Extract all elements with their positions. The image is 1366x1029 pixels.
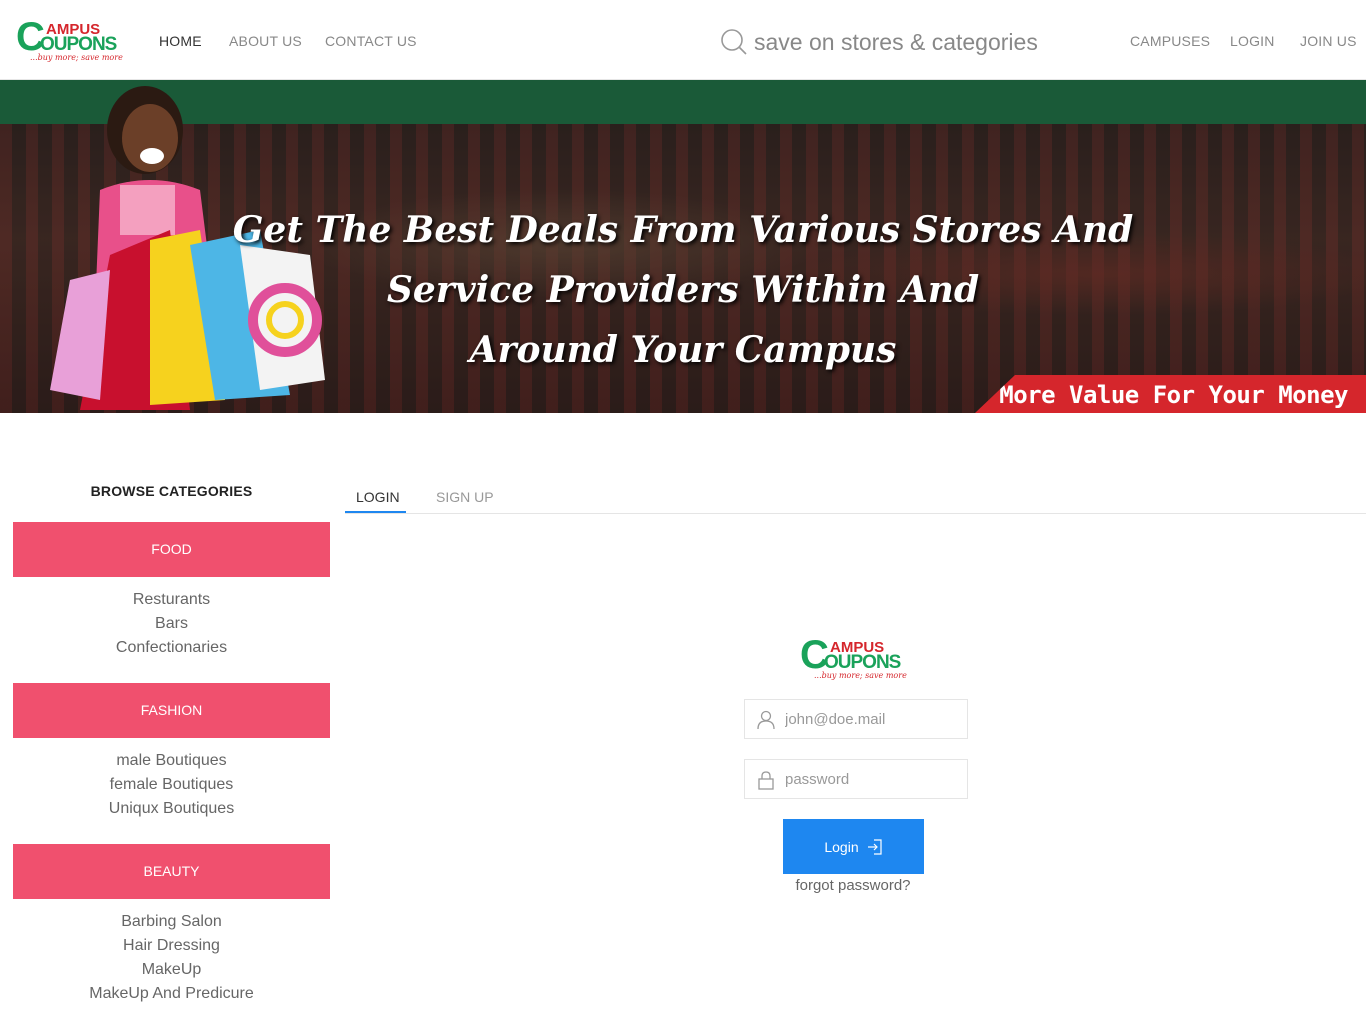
subcategory-uniqux-boutiques[interactable]: Uniqux Boutiques xyxy=(13,797,330,821)
value-ribbon: Get More Value For Your Money xyxy=(975,375,1366,413)
nav-join-us[interactable]: JOIN US xyxy=(1300,33,1357,49)
forgot-password-link[interactable]: forgot password? xyxy=(744,877,962,894)
site-logo[interactable]: C AMPUS OUPONS ...buy more; save more xyxy=(16,14,128,64)
subcategory-makeup-and-predicure[interactable]: MakeUp And Predicure xyxy=(13,982,330,1006)
headline-line-3: Around Your Campus xyxy=(469,329,897,371)
login-button[interactable]: Login xyxy=(783,819,924,874)
subcategory-male-boutiques[interactable]: male Boutiques xyxy=(13,749,330,773)
password-input[interactable] xyxy=(785,760,963,798)
nav-about-us[interactable]: ABOUT US xyxy=(229,33,302,49)
svg-text:...buy more; save more: ...buy more; save more xyxy=(30,53,123,62)
auth-tabs: LOGIN SIGN UP xyxy=(345,480,1366,514)
browse-categories-title: BROWSE CATEGORIES xyxy=(90,483,253,499)
banner-headline: Get The Best Deals From Various Stores A… xyxy=(0,200,1366,380)
subcategory-hair-dressing[interactable]: Hair Dressing xyxy=(13,934,330,958)
headline-line-1: Get The Best Deals From Various Stores A… xyxy=(232,209,1134,251)
nav-campuses[interactable]: CAMPUSES xyxy=(1130,33,1210,49)
tab-login[interactable]: LOGIN xyxy=(356,489,400,505)
hero-banner: Get The Best Deals From Various Stores A… xyxy=(0,80,1366,413)
search-bar xyxy=(720,26,1080,58)
subcategory-female-boutiques[interactable]: female Boutiques xyxy=(13,773,330,797)
top-navbar: C AMPUS OUPONS ...buy more; save more HO… xyxy=(0,0,1366,80)
form-logo: C AMPUS OUPONS ...buy more; save more xyxy=(800,632,912,682)
svg-text:OUPONS: OUPONS xyxy=(824,652,901,673)
svg-text:...buy more; save more: ...buy more; save more xyxy=(814,671,907,680)
category-fashion-button[interactable]: FASHION xyxy=(13,683,330,738)
nav-contact-us[interactable]: CONTACT US xyxy=(325,33,417,49)
active-tab-indicator xyxy=(345,511,406,513)
tab-sign-up[interactable]: SIGN UP xyxy=(436,489,494,505)
svg-text:OUPONS: OUPONS xyxy=(40,34,117,55)
search-icon[interactable] xyxy=(720,28,748,56)
password-field xyxy=(744,759,968,799)
subcategory-bars[interactable]: Bars xyxy=(13,612,330,636)
nav-login[interactable]: LOGIN xyxy=(1230,33,1275,49)
subcategory-barbing-salon[interactable]: Barbing Salon xyxy=(13,910,330,934)
search-input[interactable] xyxy=(754,26,1074,58)
category-food-button[interactable]: FOOD xyxy=(13,522,330,577)
email-input[interactable] xyxy=(785,700,963,738)
sign-in-icon xyxy=(867,838,882,855)
headline-line-2: Service Providers Within And xyxy=(386,269,980,311)
subcategory-makeup[interactable]: MakeUp xyxy=(13,958,330,982)
subcategory-resturants[interactable]: Resturants xyxy=(13,588,330,612)
subcategory-confectionaries[interactable]: Confectionaries xyxy=(13,636,330,660)
category-beauty-button[interactable]: BEAUTY xyxy=(13,844,330,899)
nav-home[interactable]: HOME xyxy=(159,33,202,49)
lock-icon xyxy=(758,771,774,790)
user-icon xyxy=(757,710,775,730)
email-field xyxy=(744,699,968,739)
login-button-label: Login xyxy=(824,838,859,855)
